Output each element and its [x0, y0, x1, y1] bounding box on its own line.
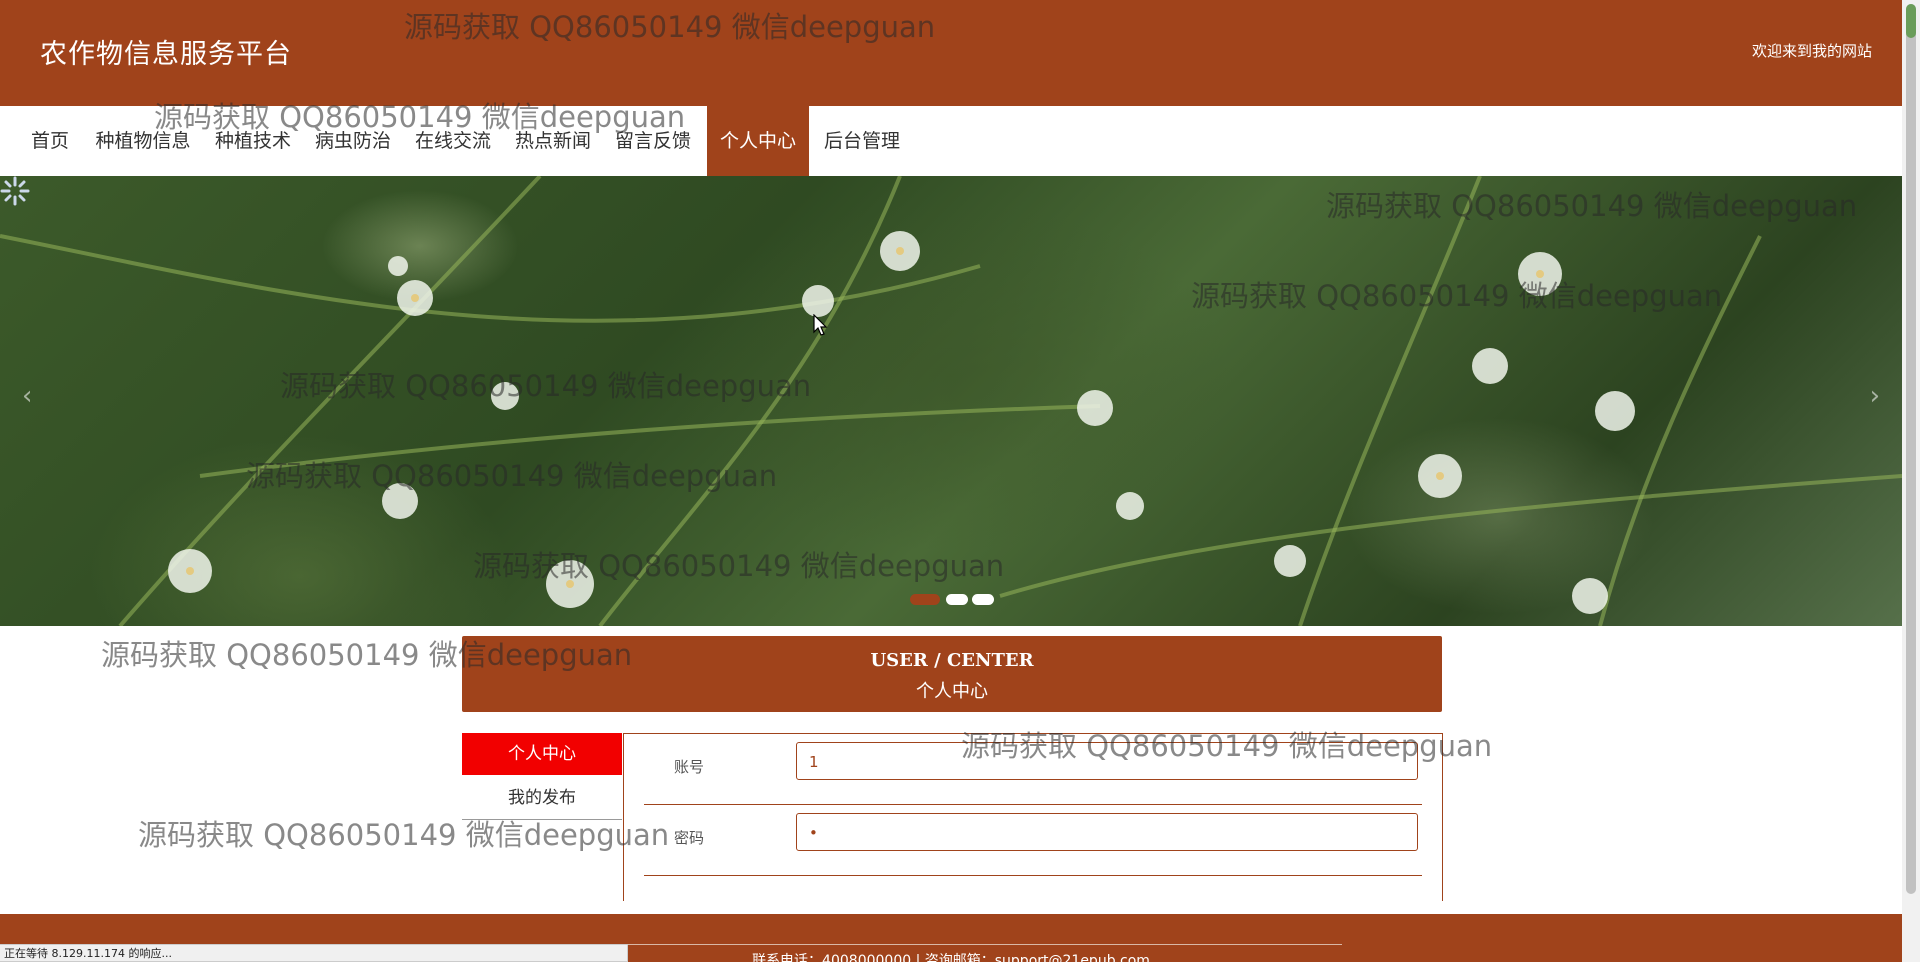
nav-item-feedback[interactable]: 留言反馈: [608, 106, 698, 176]
carousel-dot-1[interactable]: [910, 594, 940, 605]
banner-image: [0, 176, 1902, 626]
user-center-title-cn: 个人中心: [916, 681, 988, 702]
nav-item-crop-info[interactable]: 种植物信息: [88, 106, 198, 176]
form-row-account: 账号 1: [644, 734, 1422, 805]
main-nav: 首页 种植物信息 种植技术 病虫防治 在线交流 热点新闻 留言反馈 个人中心 后…: [0, 106, 1902, 176]
account-label: 账号: [674, 758, 705, 776]
carousel-dot-3[interactable]: [972, 594, 994, 605]
banner-carousel[interactable]: ‹ ›: [0, 176, 1902, 626]
nav-item-user-center[interactable]: 个人中心: [707, 106, 809, 176]
nav-item-online-chat[interactable]: 在线交流: [408, 106, 498, 176]
side-menu-my-posts[interactable]: 我的发布: [462, 777, 622, 820]
scrollbar-thumb[interactable]: [1906, 4, 1916, 894]
profile-form: 账号 1 密码 •: [623, 733, 1443, 901]
site-header: 农作物信息服务平台 欢迎来到我的网站: [0, 0, 1902, 106]
side-menu-user-center[interactable]: 个人中心: [462, 733, 622, 775]
mouse-cursor-icon: [813, 314, 828, 336]
browser-status-bar: 正在等待 8.129.11.174 的响应...: [0, 944, 628, 962]
form-row-password: 密码 •: [644, 805, 1422, 876]
banner-next-arrow[interactable]: ›: [1870, 381, 1880, 411]
nav-item-admin[interactable]: 后台管理: [816, 106, 908, 176]
nav-item-hot-news[interactable]: 热点新闻: [508, 106, 598, 176]
loading-spinner-icon: [0, 176, 30, 206]
password-label: 密码: [674, 829, 705, 847]
account-input[interactable]: 1: [796, 742, 1418, 780]
nav-item-home[interactable]: 首页: [20, 106, 80, 176]
scrollbar-indicator: [1906, 4, 1916, 38]
nav-item-planting-tech[interactable]: 种植技术: [208, 106, 298, 176]
carousel-dot-2[interactable]: [946, 594, 968, 605]
footer-divider: [560, 944, 1342, 945]
nav-item-pest-control[interactable]: 病虫防治: [308, 106, 398, 176]
page-scrollbar[interactable]: [1902, 0, 1920, 962]
banner-prev-arrow[interactable]: ‹: [22, 381, 32, 411]
welcome-text: 欢迎来到我的网站: [1751, 42, 1872, 60]
site-title[interactable]: 农作物信息服务平台: [40, 32, 292, 71]
password-input[interactable]: •: [796, 813, 1418, 851]
user-center-header: USER / CENTER 个人中心: [462, 636, 1442, 712]
user-center-title-en: USER / CENTER: [870, 650, 1034, 671]
